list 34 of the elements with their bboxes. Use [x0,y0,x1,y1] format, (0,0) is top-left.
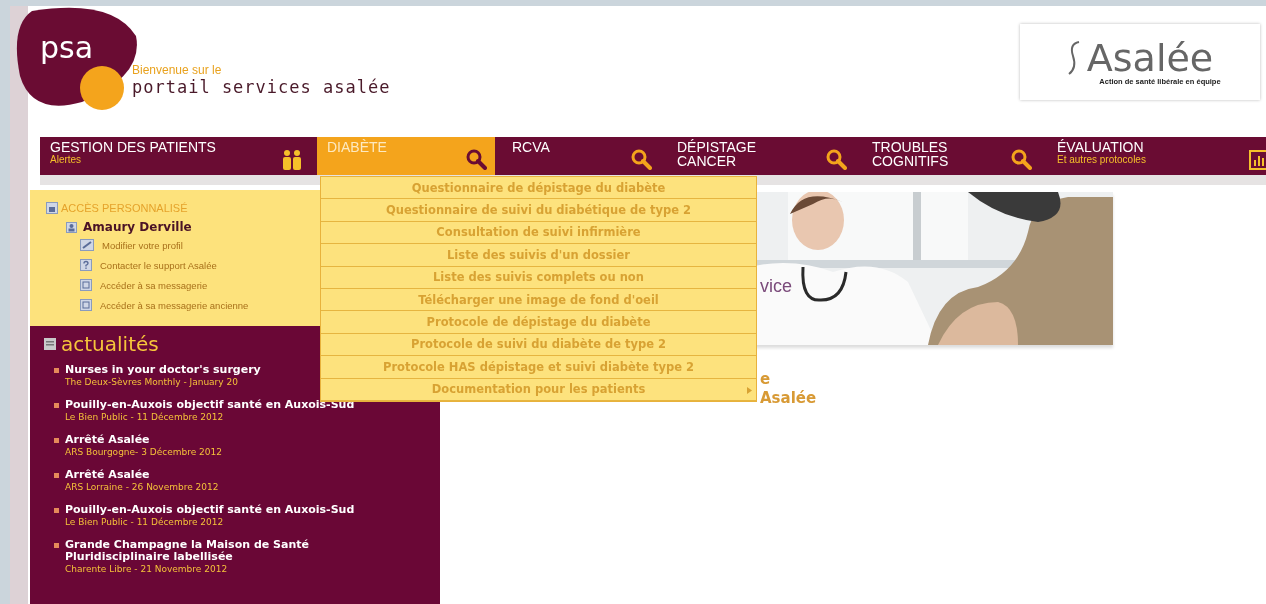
news-link[interactable]: Arrêté Asalée [65,469,355,481]
page-heading: Asalée [760,389,818,408]
profile-link[interactable]: Accéder à sa messagerie ancienne [100,299,249,311]
page-heading: e [760,370,772,389]
user-name: Amaury Derville [83,220,192,234]
news-source: ARS Lorraine - 26 Novembre 2012 [65,481,220,493]
menu-item[interactable]: Questionnaire de dépistage du diabète [321,177,756,200]
profile-link[interactable]: Accéder à sa messagerie [100,279,208,291]
menu-item[interactable]: Télécharger une image de fond d'oeil [321,288,756,312]
profile-link[interactable]: Contacter le support Asalée [100,259,217,271]
news-link[interactable]: Pouilly-en-Auxois objectif santé en Auxois-Sud [65,399,355,411]
profile-link[interactable]: Modifier votre profil [102,239,183,251]
news-source: Charente Libre - 21 Novembre 2012 [65,563,229,575]
welcome-text: Bienvenue sur le [132,63,223,77]
news-link[interactable]: Arrêté Asalée [65,434,355,446]
news-link[interactable]: Pouilly-en-Auxois objectif santé en Auxois-Sud [65,504,355,516]
menu-item[interactable]: Protocole de suivi du diabète de type 2 [321,333,756,357]
menu-item[interactable]: Documentation pour les patients [321,378,756,401]
menu-item[interactable]: Questionnaire de suivi du diabétique de type 2 [321,199,756,222]
menu-item[interactable]: Protocole HAS dépistage et suivi diabète type 2 [321,356,756,379]
news-source: The Deux-Sèvres Monthly - January 20 [65,376,239,388]
news-link[interactable]: Grande Champagne la Maison de Santé Pluridisciplinaire labellisée [65,539,355,563]
news-source: Le Bien Public - 11 Décembre 2012 [65,516,225,528]
banner-caption: vice [760,276,792,297]
menu-item[interactable]: Liste des suivis d'un dossier [321,244,756,267]
portal-name: portail services asalée [132,77,391,97]
news-source: ARS Bourgogne- 3 Décembre 2012 [65,446,224,458]
menu-item[interactable]: Consultation de suivi infirmière [321,221,756,245]
access-title: ACCÈS PERSONNALISÉ [61,202,188,214]
news-title: actualités [61,332,159,356]
news-source: Le Bien Public - 11 Décembre 2012 [65,411,225,423]
menu-item[interactable]: Protocole de dépistage du diabète [321,311,756,334]
partner-name: Asalée [1086,38,1214,77]
menu-item[interactable]: Liste des suivis complets ou non [321,266,756,289]
